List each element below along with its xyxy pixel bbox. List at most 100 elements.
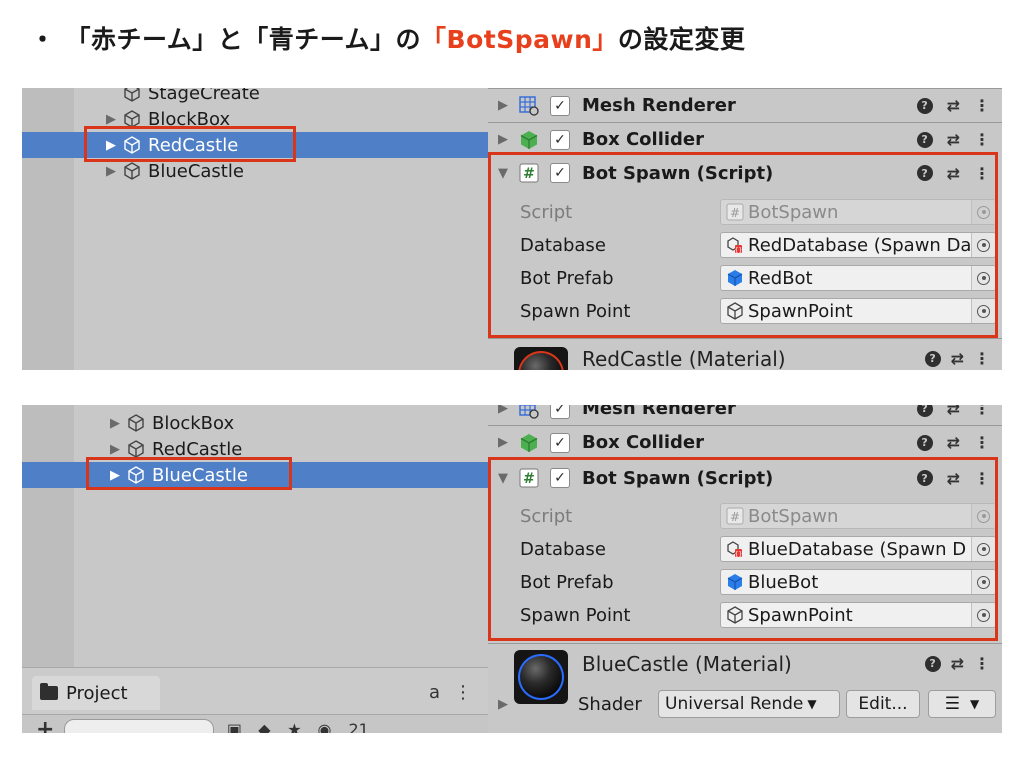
project-panel: Project a ⋮ + ▣ ◆ ★ ◉ 21: [22, 667, 488, 733]
material-tools: ? ⇄ ⋮: [924, 654, 990, 673]
menu-icon[interactable]: ⋮: [974, 433, 990, 452]
heading-text-2: の設定変更: [617, 25, 746, 54]
menu-icon[interactable]: ⋮: [974, 130, 990, 149]
inspector-panel: ▶ ✓ Mesh Renderer ? ⇄ ⋮ ▶ ✓ Box Collider…: [488, 405, 1002, 733]
shader-row: ▶ Shader Universal Rende ▼ Edit... ☰ ▼: [488, 686, 1002, 722]
preset-icon[interactable]: ⇄: [951, 349, 964, 368]
material-row[interactable]: RedCastle (Material) ? ⇄ ⋮: [488, 338, 1002, 370]
component-mesh-renderer[interactable]: ▶ ✓ Mesh Renderer ? ⇄ ⋮: [488, 88, 1002, 122]
expand-arrow-icon[interactable]: ▶: [102, 164, 120, 179]
fold-arrow-icon[interactable]: ▶: [498, 98, 512, 113]
component-enabled-checkbox[interactable]: ✓: [550, 405, 570, 419]
help-icon[interactable]: ?: [916, 405, 933, 417]
project-toolbar: + ▣ ◆ ★ ◉ 21: [22, 714, 488, 733]
project-tab-label: Project: [66, 682, 128, 704]
component-box-collider[interactable]: ▶ ✓ Box Collider ? ⇄ ⋮: [488, 122, 1002, 156]
expand-arrow-icon[interactable]: ▶: [106, 416, 124, 431]
menu-icon[interactable]: ⋮: [454, 682, 472, 703]
create-button[interactable]: +: [36, 717, 54, 733]
help-icon[interactable]: ?: [916, 131, 933, 148]
menu-icon[interactable]: ⋮: [974, 349, 990, 368]
component-tools: ? ⇄ ⋮: [916, 96, 990, 115]
bot-spawn-highlight-box: [488, 152, 998, 338]
menu-icon[interactable]: ⋮: [974, 405, 990, 418]
fold-arrow-icon[interactable]: ▶: [498, 435, 512, 450]
folder-icon: [40, 683, 58, 700]
component-mesh-renderer[interactable]: ▶ ✓ Mesh Renderer ? ⇄ ⋮: [488, 405, 1002, 425]
filter-label-icon[interactable]: ◆: [254, 720, 274, 733]
shader-dropdown[interactable]: Universal Rende ▼: [658, 690, 840, 718]
material-tools: ? ⇄ ⋮: [924, 349, 990, 368]
lock-icon[interactable]: a: [429, 682, 440, 703]
preset-icon[interactable]: ⇄: [947, 433, 960, 452]
menu-icon[interactable]: ⋮: [974, 654, 990, 673]
list-icon: ☰: [944, 694, 960, 714]
favorite-icon[interactable]: ★: [284, 720, 304, 733]
hierarchy-item-label: BlockBox: [152, 412, 235, 434]
component-tools: ? ⇄ ⋮: [916, 433, 990, 452]
fold-arrow-icon[interactable]: ▶: [498, 405, 512, 416]
hierarchy-panel: StageCreate ▶ BlockBox ▶ RedCastle ▶ Blu…: [22, 88, 488, 370]
hierarchy-item-label: BlueCastle: [148, 160, 244, 182]
project-tab[interactable]: Project: [32, 676, 160, 710]
chevron-down-icon: ▼: [807, 697, 817, 711]
preset-icon[interactable]: ⇄: [947, 130, 960, 149]
preset-icon[interactable]: ⇄: [951, 654, 964, 673]
shader-options-dropdown[interactable]: ☰ ▼: [928, 690, 996, 718]
preset-icon[interactable]: ⇄: [947, 96, 960, 115]
component-tools: ? ⇄ ⋮: [916, 130, 990, 149]
component-name: Box Collider: [582, 129, 705, 150]
hierarchy-item-stagecreate[interactable]: StageCreate: [22, 88, 488, 106]
gameobject-icon: [126, 413, 146, 433]
page-heading: ・ 「赤チーム」と「青チーム」の 「BotSpawn」 の設定変更: [30, 20, 745, 56]
bot-spawn-highlight-box: [488, 457, 998, 641]
visibility-icon[interactable]: ◉: [314, 720, 334, 733]
help-icon[interactable]: ?: [916, 434, 933, 451]
help-icon[interactable]: ?: [916, 97, 933, 114]
heading-bullet: ・: [30, 25, 56, 54]
component-enabled-checkbox[interactable]: ✓: [550, 432, 570, 453]
component-name: Mesh Renderer: [582, 405, 736, 419]
hierarchy-panel: ▶ BlockBox ▶ RedCastle ▶ BlueCastle Proj…: [22, 405, 488, 733]
selection-highlight-box: [84, 126, 296, 162]
box-collider-icon: [518, 129, 540, 151]
help-icon[interactable]: ?: [924, 350, 941, 367]
editor-screenshot-red: StageCreate ▶ BlockBox ▶ RedCastle ▶ Blu…: [22, 88, 1002, 370]
inspector-panel: ▶ ✓ Mesh Renderer ? ⇄ ⋮ ▶ ✓ Box Collider…: [488, 88, 1002, 370]
hierarchy-item-label: StageCreate: [148, 88, 260, 104]
project-tools: a ⋮: [429, 682, 472, 703]
mesh-renderer-icon: [518, 405, 540, 420]
menu-icon[interactable]: ⋮: [974, 96, 990, 115]
chevron-down-icon: ▼: [970, 697, 980, 711]
edit-shader-button[interactable]: Edit...: [846, 690, 920, 718]
heading-text-1: 「赤チーム」と「青チーム」の: [65, 25, 422, 54]
material-preview-icon: [514, 347, 568, 370]
gameobject-icon: [126, 439, 146, 459]
component-name: Box Collider: [582, 432, 705, 453]
component-name: Mesh Renderer: [582, 95, 736, 116]
gameobject-icon: [122, 161, 142, 181]
material-row[interactable]: BlueCastle (Material) ? ⇄ ⋮ ▶ Shader Uni…: [488, 643, 1002, 733]
component-enabled-checkbox[interactable]: ✓: [550, 129, 570, 150]
filter-type-icon[interactable]: ▣: [224, 720, 244, 733]
shader-label: Shader: [578, 693, 642, 715]
component-tools: ? ⇄ ⋮: [916, 405, 990, 418]
hidden-count: 21: [348, 720, 369, 733]
expand-arrow-icon[interactable]: ▶: [102, 112, 120, 127]
material-name: RedCastle (Material): [582, 347, 786, 370]
expand-arrow-icon[interactable]: ▶: [106, 442, 124, 457]
hierarchy-item-blockbox[interactable]: ▶ BlockBox: [22, 410, 488, 436]
mesh-renderer-icon: [518, 95, 540, 117]
search-input[interactable]: [64, 718, 215, 733]
component-box-collider[interactable]: ▶ ✓ Box Collider ? ⇄ ⋮: [488, 425, 1002, 459]
editor-screenshot-blue: ▶ BlockBox ▶ RedCastle ▶ BlueCastle Proj…: [22, 405, 1002, 733]
fold-arrow-icon[interactable]: ▶: [498, 697, 508, 712]
fold-arrow-icon[interactable]: ▶: [498, 132, 512, 147]
material-name: BlueCastle (Material): [582, 652, 792, 676]
component-enabled-checkbox[interactable]: ✓: [550, 95, 570, 116]
box-collider-icon: [518, 432, 540, 454]
selection-highlight-box: [86, 457, 292, 490]
help-icon[interactable]: ?: [924, 655, 941, 672]
preset-icon[interactable]: ⇄: [947, 405, 960, 418]
heading-accent: 「BotSpawn」: [421, 25, 618, 54]
